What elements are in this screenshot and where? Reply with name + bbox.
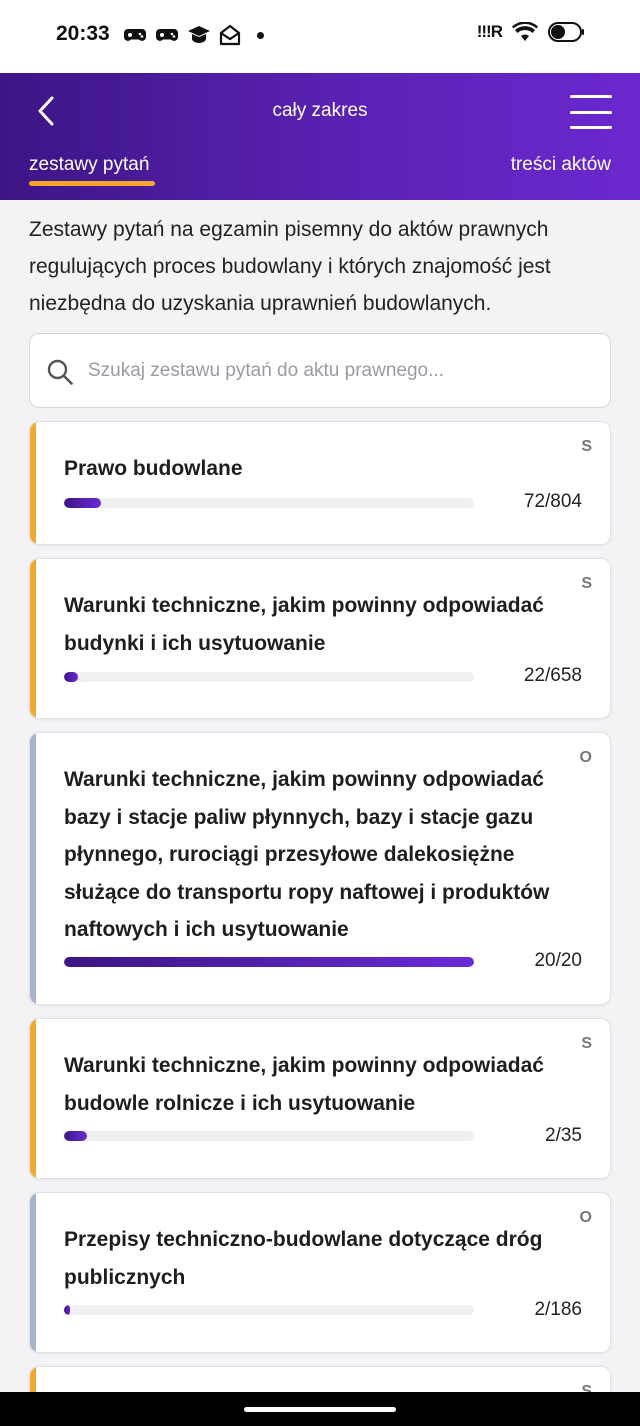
question-set-card[interactable]: S Warunki techniczne, jakim powinny odpo… [29, 558, 611, 719]
status-bar: 20:33 !!!R [0, 0, 640, 73]
hamburger-line [570, 126, 612, 129]
home-indicator[interactable] [244, 1407, 396, 1412]
hamburger-line [570, 110, 612, 114]
system-navigation-bar [0, 1392, 640, 1426]
wifi-icon [512, 22, 538, 41]
category-stripe [30, 1193, 36, 1352]
category-badge: S [581, 575, 592, 592]
progress-fill [64, 672, 78, 682]
category-stripe [30, 559, 36, 718]
category-badge: S [581, 438, 592, 455]
tab-act-contents[interactable]: treści aktów [511, 154, 611, 176]
mail-open-icon [219, 24, 241, 46]
category-badge: S [581, 1035, 592, 1052]
card-title: Prawo budowlane [64, 457, 243, 480]
category-stripe [30, 733, 36, 1004]
system-icons: !!!R [477, 22, 584, 42]
notification-icons [123, 24, 264, 46]
question-set-card[interactable]: O Warunki techniczne, jakim powinny odpo… [29, 732, 611, 1005]
gamepad-icon [156, 29, 178, 41]
progress-count: 2/35 [545, 1125, 582, 1146]
progress-count: 22/658 [523, 665, 582, 686]
progress-bar [64, 957, 474, 967]
search-input[interactable] [88, 334, 588, 407]
progress-fill [64, 498, 101, 508]
graduation-cap-icon [188, 26, 210, 43]
question-set-card[interactable]: S Prawo budowlane 72/804 [29, 421, 611, 545]
progress-bar [64, 672, 474, 682]
tab-question-sets[interactable]: zestawy pytań [29, 154, 149, 176]
progress-fill [64, 1131, 88, 1141]
battery-icon [548, 22, 584, 42]
card-title: Warunki techniczne, jakim powinny odpowi… [64, 768, 550, 941]
signal-indicator: !!!R [476, 22, 503, 41]
app-header: cały zakres zestawy pytań treści aktów [0, 73, 640, 200]
progress-count: 20/20 [534, 950, 582, 971]
progress-fill [64, 1305, 71, 1315]
more-notifications-dot [257, 31, 264, 39]
hamburger-line [570, 95, 612, 98]
progress-count: 72/804 [523, 491, 582, 512]
progress-count: 2/186 [534, 1299, 582, 1320]
card-title: Przepisy techniczno-budowlane dotyczące … [64, 1228, 543, 1289]
progress-bar [64, 1305, 474, 1315]
progress-fill [64, 957, 474, 967]
category-stripe [30, 1019, 36, 1178]
intro-text: Zestawy pytań na egzamin pisemny do aktó… [29, 218, 551, 315]
search-box[interactable] [29, 333, 611, 408]
category-badge: O [579, 749, 592, 766]
progress-bar [64, 1131, 474, 1141]
question-set-card[interactable]: O Przepisy techniczno-budowlane dotycząc… [29, 1192, 611, 1353]
progress-bar [64, 498, 474, 508]
card-title: Warunki techniczne, jakim powinny odpowi… [64, 1054, 544, 1115]
question-set-card[interactable]: S Warunki techniczne, jakim powinny odpo… [29, 1018, 611, 1179]
search-icon [47, 359, 73, 385]
page-title: cały zakres [272, 100, 368, 121]
category-badge: O [579, 1209, 592, 1226]
menu-button[interactable] [570, 95, 612, 129]
active-tab-indicator [29, 181, 155, 186]
card-title: Warunki techniczne, jakim powinny odpowi… [64, 594, 544, 655]
gamepad-icon [124, 29, 146, 41]
category-stripe [30, 422, 36, 544]
status-time: 20:33 [56, 22, 110, 45]
